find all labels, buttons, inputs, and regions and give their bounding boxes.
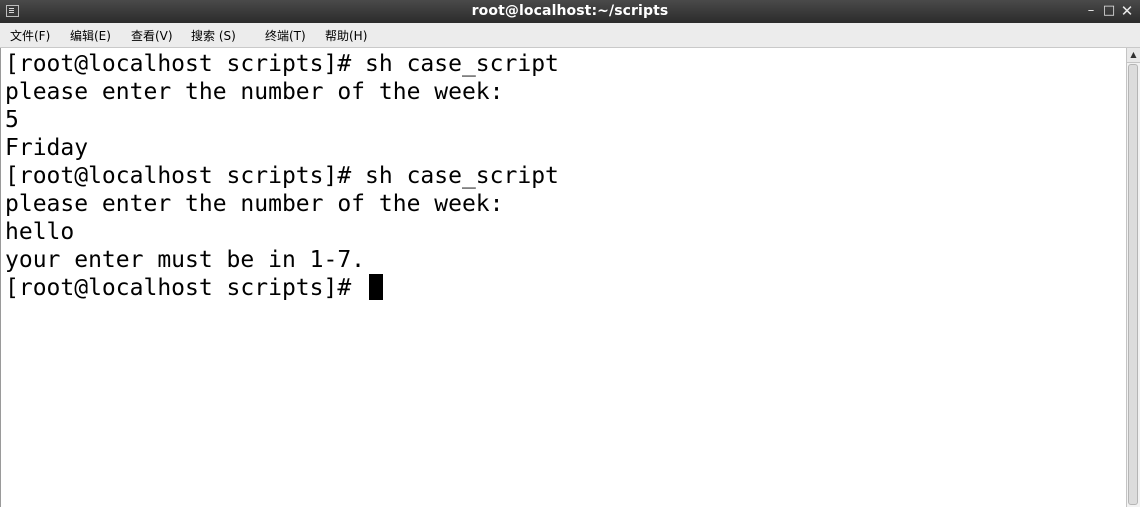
terminal-line: 5 [5,107,19,133]
menu-bar: 文件(F) 编辑(E) 查看(V) 搜索 (S) 终端(T) 帮助(H) [0,23,1140,48]
terminal-line: [root@localhost scripts]# sh case_script [5,163,559,189]
scroll-up-button[interactable]: ▲ [1127,48,1140,63]
menu-terminal[interactable]: 终端(T) [265,27,306,44]
menu-file[interactable]: 文件(F) [10,27,50,44]
block-cursor-icon [369,274,383,300]
menu-view[interactable]: 查看(V) [131,27,173,44]
maximize-button[interactable]: □ [1099,2,1119,20]
terminal-prompt-line: [root@localhost scripts]# [5,275,366,301]
terminal-line: please enter the number of the week: [5,79,504,105]
menu-search[interactable]: 搜索 (S) [191,27,236,44]
scroll-thumb[interactable] [1128,64,1138,505]
close-button[interactable]: ✕ [1117,2,1137,20]
menu-help[interactable]: 帮助(H) [325,27,367,44]
menu-edit[interactable]: 编辑(E) [70,27,111,44]
terminal-output[interactable]: [root@localhost scripts]# sh case_script… [0,48,1126,507]
vertical-scrollbar[interactable]: ▲ [1126,48,1140,507]
window-title: root@localhost:~/scripts [471,3,669,19]
terminal-line: [root@localhost scripts]# sh case_script [5,51,559,77]
terminal-line: Friday [5,135,89,161]
title-bar: root@localhost:~/scripts – □ ✕ [0,0,1140,23]
terminal-line: hello [5,219,75,245]
terminal-line: your enter must be in 1-7. [5,247,366,273]
minimize-button[interactable]: – [1081,2,1101,20]
terminal-line: please enter the number of the week: [5,191,504,217]
